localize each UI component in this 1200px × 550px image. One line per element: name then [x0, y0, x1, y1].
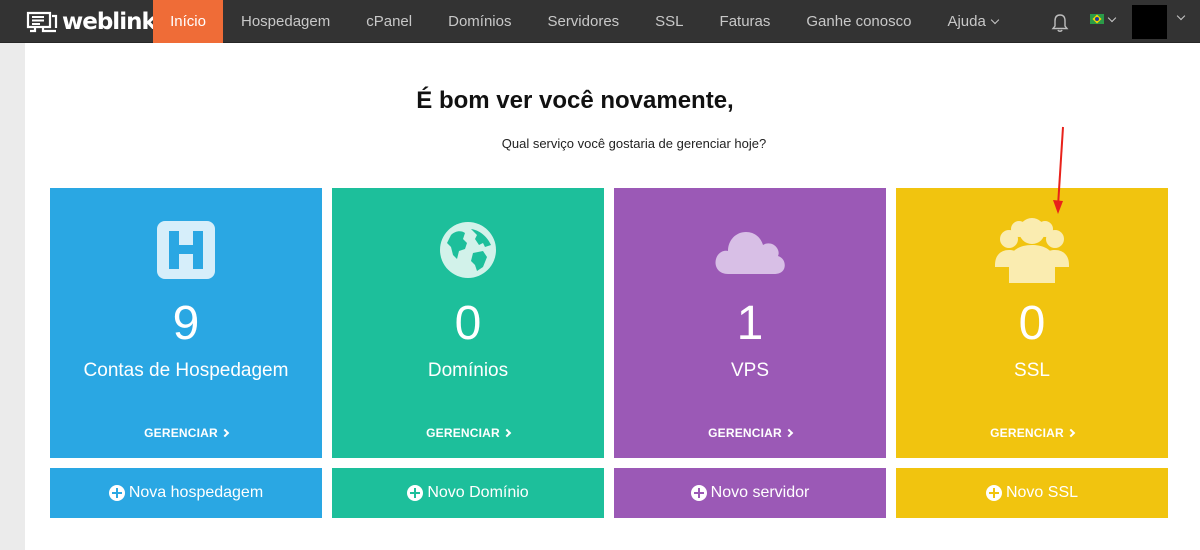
vps-count: 1: [736, 297, 764, 350]
new-servidor-button[interactable]: Novo servidor: [614, 468, 886, 518]
annotation-arrow-icon: [1053, 126, 1064, 214]
nav-item-cpanel[interactable]: cPanel: [366, 0, 412, 43]
manage-hospedagem-link[interactable]: GERENCIAR: [50, 426, 322, 440]
manage-ssl-link[interactable]: GERENCIAR: [896, 426, 1168, 440]
nav-item-label: Faturas: [719, 13, 771, 30]
user-menu-chevron-icon[interactable]: [1176, 11, 1186, 21]
ssl-label: SSL: [1014, 360, 1050, 381]
hospedagem-count: 9: [172, 297, 200, 350]
tile-ssl: 0 SSL GERENCIAR: [896, 188, 1168, 458]
plus-circle-icon: [108, 485, 125, 501]
weblink-logo-icon: [26, 11, 58, 33]
nav-item-ajuda[interactable]: Ajuda: [947, 0, 1000, 43]
top-navbar: weblink Início Hospedagem cPanel Domínio…: [0, 0, 1200, 50]
nav-item-label: SSL: [655, 13, 684, 30]
plus-circle-icon: [407, 485, 424, 501]
plus-circle-icon: [690, 485, 707, 501]
nav-item-hospedagem[interactable]: Hospedagem: [241, 0, 330, 43]
hospedagem-label: Contas de Hospedagem: [83, 360, 289, 381]
hospedagem-h-icon: [50, 221, 322, 279]
manage-dominios-link[interactable]: GERENCIAR: [332, 426, 604, 440]
welcome-title: É bom ver você novamente,: [416, 87, 734, 114]
nav-item-ssl[interactable]: SSL: [655, 0, 683, 43]
nav-item-label: cPanel: [366, 13, 413, 30]
nav-item-inicio[interactable]: Início: [153, 0, 223, 50]
bell-icon: [1051, 14, 1069, 32]
nav-item-dominios[interactable]: Domínios: [448, 0, 511, 43]
dominios-label: Domínios: [427, 360, 509, 381]
new-dominio-button[interactable]: Novo Domínio: [332, 468, 604, 518]
new-ssl-button[interactable]: Novo SSL: [896, 468, 1168, 518]
tile-vps: 1 VPS GERENCIAR: [614, 188, 886, 458]
chevron-right-icon: [220, 428, 230, 438]
globe-icon: [332, 221, 604, 279]
tile-hospedagem: 9 Contas de Hospedagem GERENCIAR: [50, 188, 322, 458]
main-nav: Início Hospedagem cPanel Domínios Servid…: [153, 0, 1000, 50]
ssl-count: 0: [1018, 297, 1046, 350]
new-hospedagem-button[interactable]: Nova hospedagem: [50, 468, 322, 518]
nav-item-label: Servidores: [547, 13, 620, 30]
chevron-right-icon: [1066, 428, 1076, 438]
user-avatar[interactable]: [1132, 5, 1167, 39]
plus-circle-icon: [985, 485, 1002, 501]
cloud-icon: [614, 226, 886, 276]
chevron-down-icon: [990, 15, 1000, 24]
notifications-button[interactable]: [1051, 13, 1069, 38]
new-dominio-label: Novo Domínio: [427, 484, 529, 501]
vps-label: VPS: [730, 360, 770, 381]
nav-item-ganhe-conosco[interactable]: Ganhe conosco: [806, 0, 911, 43]
nav-item-label: Domínios: [448, 13, 512, 30]
manage-label: GERENCIAR: [990, 426, 1064, 440]
chevron-right-icon: [502, 428, 512, 438]
dominios-count: 0: [454, 297, 482, 350]
brazil-flag-icon: [1090, 14, 1104, 24]
nav-item-servidores[interactable]: Servidores: [547, 0, 619, 43]
manage-label: GERENCIAR: [708, 426, 782, 440]
main-content: É bom ver você novamente, Qual serviço v…: [25, 43, 1200, 550]
new-ssl-label: Novo SSL: [1005, 484, 1079, 501]
chevron-right-icon: [784, 428, 794, 438]
manage-label: GERENCIAR: [144, 426, 218, 440]
manage-label: GERENCIAR: [426, 426, 500, 440]
nav-item-label: Hospedagem: [241, 13, 331, 30]
nav-item-faturas[interactable]: Faturas: [720, 0, 771, 43]
language-selector[interactable]: [1090, 13, 1117, 24]
manage-vps-link[interactable]: GERENCIAR: [614, 426, 886, 440]
nav-item-label: Ajuda: [947, 13, 986, 30]
new-hospedagem-label: Nova hospedagem: [128, 484, 264, 501]
new-servidor-label: Novo servidor: [710, 484, 810, 501]
nav-item-label: Início: [170, 13, 206, 30]
welcome-subtitle: Qual serviço você gostaria de gerenciar …: [501, 136, 767, 151]
weblink-logo[interactable]: weblink: [26, 9, 157, 35]
nav-item-label: Ganhe conosco: [806, 13, 912, 30]
chevron-down-icon: [1107, 13, 1117, 22]
tile-dominios: 0 Domínios GERENCIAR: [332, 188, 604, 458]
users-icon: [896, 217, 1168, 285]
brand-name: weblink: [62, 9, 157, 35]
